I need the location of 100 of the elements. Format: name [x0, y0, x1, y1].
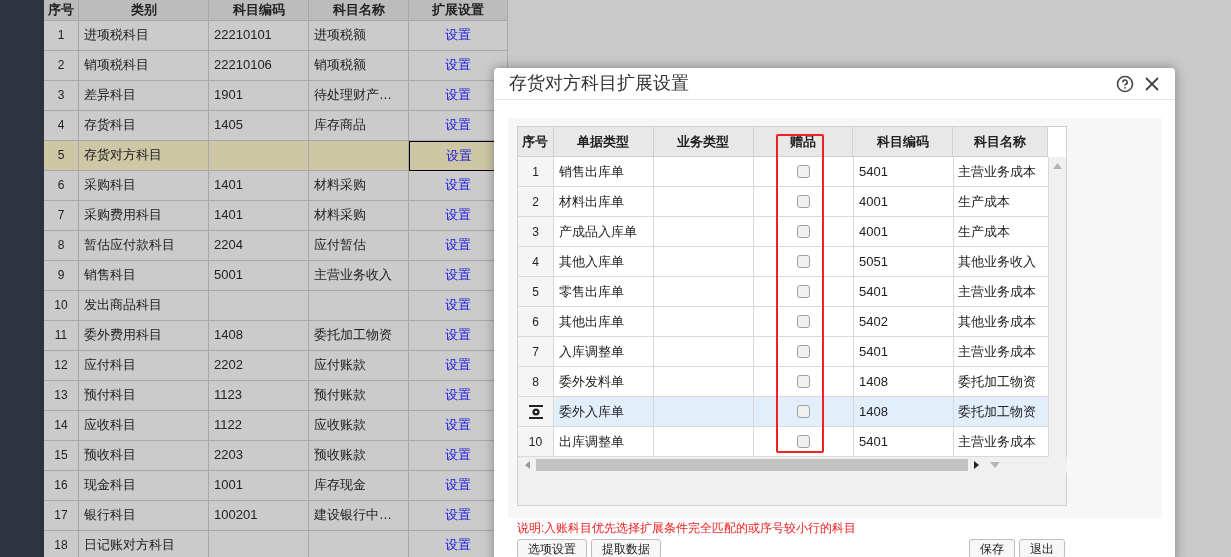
table-cell: 22210101	[209, 20, 309, 51]
help-icon[interactable]	[1116, 74, 1134, 93]
table-cell: 1401	[209, 170, 309, 201]
row-number: 13	[44, 380, 79, 411]
table-cell: 应付账款	[309, 350, 409, 381]
settings-link[interactable]: 设置	[445, 505, 471, 525]
scrollbar-thumb[interactable]	[536, 459, 968, 471]
row-number: 16	[44, 470, 79, 501]
row-number: 10	[44, 290, 79, 321]
settings-link[interactable]: 设置	[445, 265, 471, 285]
settings-link[interactable]: 设置	[445, 535, 471, 555]
column-header: 科目编码	[853, 127, 954, 157]
table-cell: 应付科目	[79, 350, 209, 381]
dialog-button[interactable]: 保存	[969, 539, 1015, 557]
checkbox[interactable]	[797, 225, 810, 238]
toolbar-button[interactable]: 提取数据	[591, 539, 661, 557]
scrollbar-corner	[1048, 127, 1066, 157]
table-cell: 1401	[209, 200, 309, 231]
table-cell: 销项税科目	[79, 50, 209, 81]
row-number: 12	[44, 350, 79, 381]
settings-link[interactable]: 设置	[445, 205, 471, 225]
table-cell: 待处理财产…	[309, 80, 409, 111]
table-cell: 1123	[209, 380, 309, 411]
table-cell: 1405	[209, 110, 309, 141]
table-cell: 销项税额	[309, 50, 409, 81]
row-number: 15	[44, 440, 79, 471]
row-number: 5	[44, 140, 79, 171]
checkbox[interactable]	[797, 375, 810, 388]
checkbox[interactable]	[797, 195, 810, 208]
settings-link[interactable]: 设置	[445, 175, 471, 195]
row-number: 18	[44, 530, 79, 557]
table-cell: 库存商品	[309, 110, 409, 141]
checkbox[interactable]	[797, 255, 810, 268]
row-number: 6	[532, 313, 539, 331]
row-number: 6	[44, 170, 79, 201]
checkbox[interactable]	[797, 405, 810, 418]
checkbox[interactable]	[797, 165, 810, 178]
settings-link[interactable]: 设置	[445, 355, 471, 375]
table-cell: 应收账款	[309, 410, 409, 441]
table-cell: 建设银行中…	[309, 500, 409, 531]
table-cell: 22210106	[209, 50, 309, 81]
row-number: 3	[532, 223, 539, 241]
table-cell: 2202	[209, 350, 309, 381]
column-header: 赠品	[753, 127, 854, 157]
settings-link[interactable]: 设置	[445, 325, 471, 345]
dialog-button[interactable]: 退出	[1019, 539, 1065, 557]
row-number: 17	[44, 500, 79, 531]
toolbar-button[interactable]: 选项设置	[517, 539, 587, 557]
settings-link[interactable]: 设置	[445, 475, 471, 495]
table-cell: 2203	[209, 440, 309, 471]
table-cell: 进项税科目	[79, 20, 209, 51]
column-header: 序号	[44, 0, 79, 21]
row-number: 14	[44, 410, 79, 441]
table-cell: 1408	[209, 320, 309, 351]
table-cell: 预付科目	[79, 380, 209, 411]
settings-link[interactable]: 设置	[445, 385, 471, 405]
settings-link[interactable]: 设置	[445, 55, 471, 75]
settings-link[interactable]: 设置	[445, 445, 471, 465]
close-icon[interactable]	[1144, 75, 1160, 92]
settings-link[interactable]: 设置	[445, 115, 471, 135]
table-cell: 材料采购	[309, 170, 409, 201]
row-number: 3	[44, 80, 79, 111]
table-cell: 5001	[209, 260, 309, 291]
row-number: 2	[532, 193, 539, 211]
row-number: 1	[532, 163, 539, 181]
row-number: 8	[532, 373, 539, 391]
column-header: 科目名称	[309, 0, 409, 21]
row-number: 4	[44, 110, 79, 141]
settings-link[interactable]: 设置	[445, 25, 471, 45]
settings-link[interactable]: 设置	[445, 295, 471, 315]
checkbox[interactable]	[797, 435, 810, 448]
table-cell: 预收账款	[309, 440, 409, 471]
table-cell: 存货科目	[79, 110, 209, 141]
table-cell: 发出商品科目	[79, 290, 209, 321]
column-header: 科目编码	[209, 0, 309, 21]
column-header: 单据类型	[553, 127, 654, 157]
row-number: 7	[532, 343, 539, 361]
checkbox[interactable]	[797, 345, 810, 358]
table-cell: 库存现金	[309, 470, 409, 501]
table-cell: 应收科目	[79, 410, 209, 441]
checkbox[interactable]	[797, 315, 810, 328]
table-cell: 主营业务收入	[309, 260, 409, 291]
column-header: 类别	[79, 0, 209, 21]
row-number: 8	[44, 230, 79, 261]
checkbox[interactable]	[797, 285, 810, 298]
scroll-up-icon[interactable]	[1053, 163, 1062, 169]
table-cell: 1001	[209, 470, 309, 501]
row-number: 9	[44, 260, 79, 291]
table-cell: 预收科目	[79, 440, 209, 471]
table-cell: 1901	[209, 80, 309, 111]
table-cell: 应付暂估	[309, 230, 409, 261]
settings-link[interactable]: 设置	[445, 145, 472, 166]
table-cell: 采购科目	[79, 170, 209, 201]
row-number: 10	[528, 433, 543, 451]
settings-link[interactable]: 设置	[445, 85, 471, 105]
table-cell: 现金科目	[79, 470, 209, 501]
dialog-title: 存货对方科目扩展设置	[509, 72, 690, 95]
settings-link[interactable]: 设置	[445, 235, 471, 255]
table-cell: 预付账款	[309, 380, 409, 411]
settings-link[interactable]: 设置	[445, 415, 471, 435]
